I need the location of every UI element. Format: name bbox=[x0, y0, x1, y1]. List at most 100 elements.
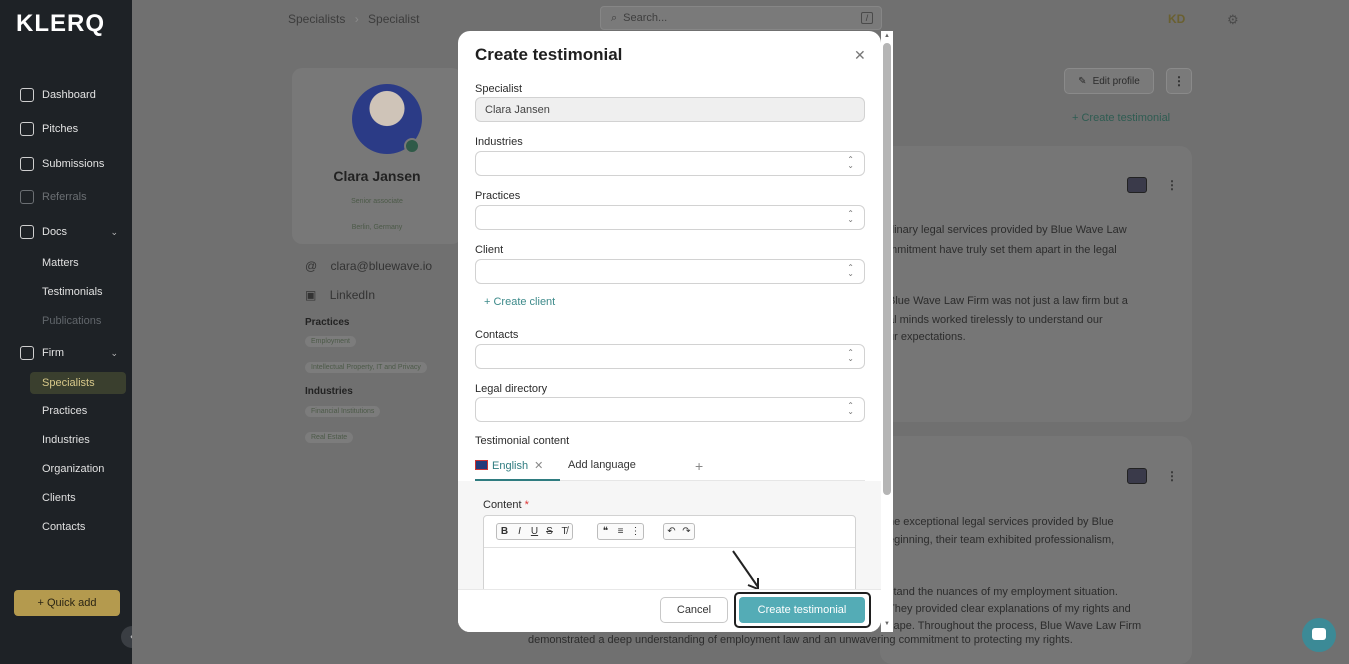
create-client-link[interactable]: + Create client bbox=[484, 296, 555, 308]
sidebar-item-label: Pitches bbox=[42, 123, 79, 135]
quick-add-button[interactable]: + Quick add bbox=[14, 590, 120, 616]
gear-icon[interactable]: ⚙ bbox=[1227, 12, 1239, 28]
underline-icon[interactable]: U bbox=[527, 524, 542, 539]
linkedin-icon: ▣ bbox=[305, 288, 317, 302]
testimonial-text: cape. Throughout the process, Blue Wave … bbox=[888, 620, 1142, 632]
quote-icon[interactable]: ❝ bbox=[598, 524, 613, 539]
sidebar-item-referrals[interactable]: Referrals bbox=[0, 184, 132, 210]
search-shortcut: / bbox=[861, 12, 873, 24]
testimonial-content-label: Testimonial content bbox=[475, 435, 570, 447]
profile-linkedin[interactable]: ▣ LinkedIn bbox=[305, 288, 375, 302]
modal-title: Create testimonial bbox=[475, 45, 623, 64]
sidebar-item-contacts[interactable]: Contacts bbox=[30, 516, 126, 538]
italic-icon[interactable]: I bbox=[512, 524, 527, 539]
scroll-up-icon[interactable]: ▲ bbox=[884, 33, 890, 39]
select-arrows-icon: ⌃ ⌄ bbox=[847, 348, 854, 363]
sidebar-item-label: Firm bbox=[42, 347, 64, 359]
sidebar-item-label: Docs bbox=[42, 226, 68, 238]
create-testimonial-button[interactable]: Create testimonial bbox=[739, 597, 865, 623]
content-label: Content * bbox=[483, 499, 529, 511]
app-logo: KLERQ bbox=[16, 10, 105, 37]
more-options-icon[interactable]: ⋮ bbox=[1166, 68, 1192, 94]
bank-icon bbox=[20, 346, 34, 360]
testimonial-text: eginning, their team exhibited professio… bbox=[888, 534, 1115, 546]
client-label: Client bbox=[475, 244, 504, 256]
chevron-down-icon: ⌄ bbox=[110, 226, 118, 237]
camera-icon[interactable] bbox=[404, 138, 420, 154]
industries-label: Industries bbox=[475, 136, 523, 148]
remove-language-icon[interactable]: ✕ bbox=[534, 460, 543, 472]
sidebar-item-label: Referrals bbox=[42, 191, 87, 203]
sidebar-item-industries[interactable]: Industries bbox=[30, 429, 126, 451]
contacts-select[interactable]: ⌃ ⌄ bbox=[475, 344, 865, 369]
format-group: B I U S T̸ bbox=[496, 523, 573, 540]
sidebar-item-submissions[interactable]: Submissions bbox=[0, 151, 132, 177]
plus-icon[interactable]: + bbox=[695, 458, 703, 474]
file-icon bbox=[20, 157, 34, 171]
annotation-arrow bbox=[732, 550, 759, 591]
sidebar-item-specialists[interactable]: Specialists bbox=[30, 372, 126, 394]
select-arrows-icon: ⌃ ⌄ bbox=[847, 155, 854, 170]
sidebar-item-dashboard[interactable]: Dashboard bbox=[0, 82, 132, 108]
strikethrough-icon[interactable]: S bbox=[542, 524, 557, 539]
bullet-list-icon[interactable]: ≡ bbox=[613, 524, 628, 539]
more-options-icon[interactable]: ⋮ bbox=[1166, 178, 1178, 192]
editor-toolbar: B I U S T̸ ❝ ≡ ⋮ ↶ ↷ bbox=[484, 516, 855, 548]
rich-text-editor[interactable]: B I U S T̸ ❝ ≡ ⋮ ↶ ↷ bbox=[483, 515, 856, 595]
chat-icon bbox=[20, 190, 34, 204]
legal-directory-select[interactable]: ⌃ ⌄ bbox=[475, 397, 865, 422]
tab-add-language[interactable]: Add language bbox=[568, 459, 636, 471]
testimonial-text: ur expectations. bbox=[888, 331, 966, 343]
undo-icon[interactable]: ↶ bbox=[664, 524, 679, 539]
profile-email[interactable]: @ clara@bluewave.io bbox=[305, 259, 432, 273]
legal-directory-label: Legal directory bbox=[475, 383, 548, 395]
sidebar-item-publications[interactable]: Publications bbox=[30, 310, 126, 332]
redo-icon[interactable]: ↷ bbox=[679, 524, 694, 539]
tab-english[interactable]: English ✕ bbox=[475, 459, 560, 481]
search-input[interactable]: ⌕ Search... / bbox=[600, 6, 882, 30]
sidebar: KLERQ Dashboard Pitches Submissions Refe… bbox=[0, 0, 143, 664]
sidebar-item-testimonials[interactable]: Testimonials bbox=[30, 281, 126, 303]
folder-icon bbox=[20, 225, 34, 239]
search-icon: ⌕ bbox=[611, 11, 618, 24]
content-label-text: Content bbox=[483, 499, 522, 511]
close-icon[interactable]: ✕ bbox=[854, 47, 866, 64]
testimonial-text: mmitment have truly set them apart in th… bbox=[888, 244, 1117, 256]
clear-format-icon[interactable]: T̸ bbox=[557, 524, 572, 539]
industries-select[interactable]: ⌃ ⌄ bbox=[475, 151, 865, 176]
tab-english-label: English bbox=[492, 460, 529, 472]
profile-title: Senior associate bbox=[351, 198, 403, 205]
more-options-icon[interactable]: ⋮ bbox=[1166, 469, 1178, 483]
required-marker: * bbox=[524, 499, 529, 511]
create-testimonial-link[interactable]: + Create testimonial bbox=[1072, 112, 1170, 124]
search-placeholder: Search... bbox=[623, 12, 668, 24]
sidebar-item-clients[interactable]: Clients bbox=[30, 487, 126, 509]
sidebar-item-firm[interactable]: Firm ⌄ bbox=[0, 340, 132, 366]
sidebar-item-practices[interactable]: Practices bbox=[30, 400, 126, 422]
avatar[interactable]: KD bbox=[1168, 12, 1185, 26]
chat-support-button[interactable] bbox=[1302, 618, 1336, 652]
client-select[interactable]: ⌃ ⌄ bbox=[475, 259, 865, 284]
practices-select[interactable]: ⌃ ⌄ bbox=[475, 205, 865, 230]
edit-profile-label: Edit profile bbox=[1092, 75, 1140, 87]
modal-scrollbar[interactable]: ▲ ▼ bbox=[881, 31, 893, 632]
bold-icon[interactable]: B bbox=[497, 524, 512, 539]
practices-label: Practices bbox=[475, 190, 521, 202]
breadcrumb-root[interactable]: Specialists bbox=[288, 12, 345, 26]
select-arrows-icon: ⌃ ⌄ bbox=[847, 401, 854, 416]
edit-profile-button[interactable]: ✎ Edit profile bbox=[1064, 68, 1154, 94]
chevron-down-icon: ⌄ bbox=[110, 347, 118, 358]
language-tabs: English ✕ Add language + bbox=[475, 458, 865, 481]
scroll-thumb[interactable] bbox=[883, 43, 891, 495]
scroll-down-icon[interactable]: ▼ bbox=[884, 621, 890, 627]
sidebar-item-pitches[interactable]: Pitches bbox=[0, 116, 132, 142]
sidebar-item-organization[interactable]: Organization bbox=[30, 458, 126, 480]
numbered-list-icon[interactable]: ⋮ bbox=[628, 524, 643, 539]
practices-label: Practices bbox=[305, 317, 350, 328]
practice-chip: Employment bbox=[305, 336, 356, 347]
create-testimonial-modal: Create testimonial ✕ Specialist Clara Ja… bbox=[458, 31, 881, 632]
sidebar-item-docs[interactable]: Docs ⌄ bbox=[0, 219, 132, 245]
sidebar-item-matters[interactable]: Matters bbox=[30, 252, 126, 274]
history-group: ↶ ↷ bbox=[663, 523, 695, 540]
cancel-button[interactable]: Cancel bbox=[660, 597, 728, 623]
